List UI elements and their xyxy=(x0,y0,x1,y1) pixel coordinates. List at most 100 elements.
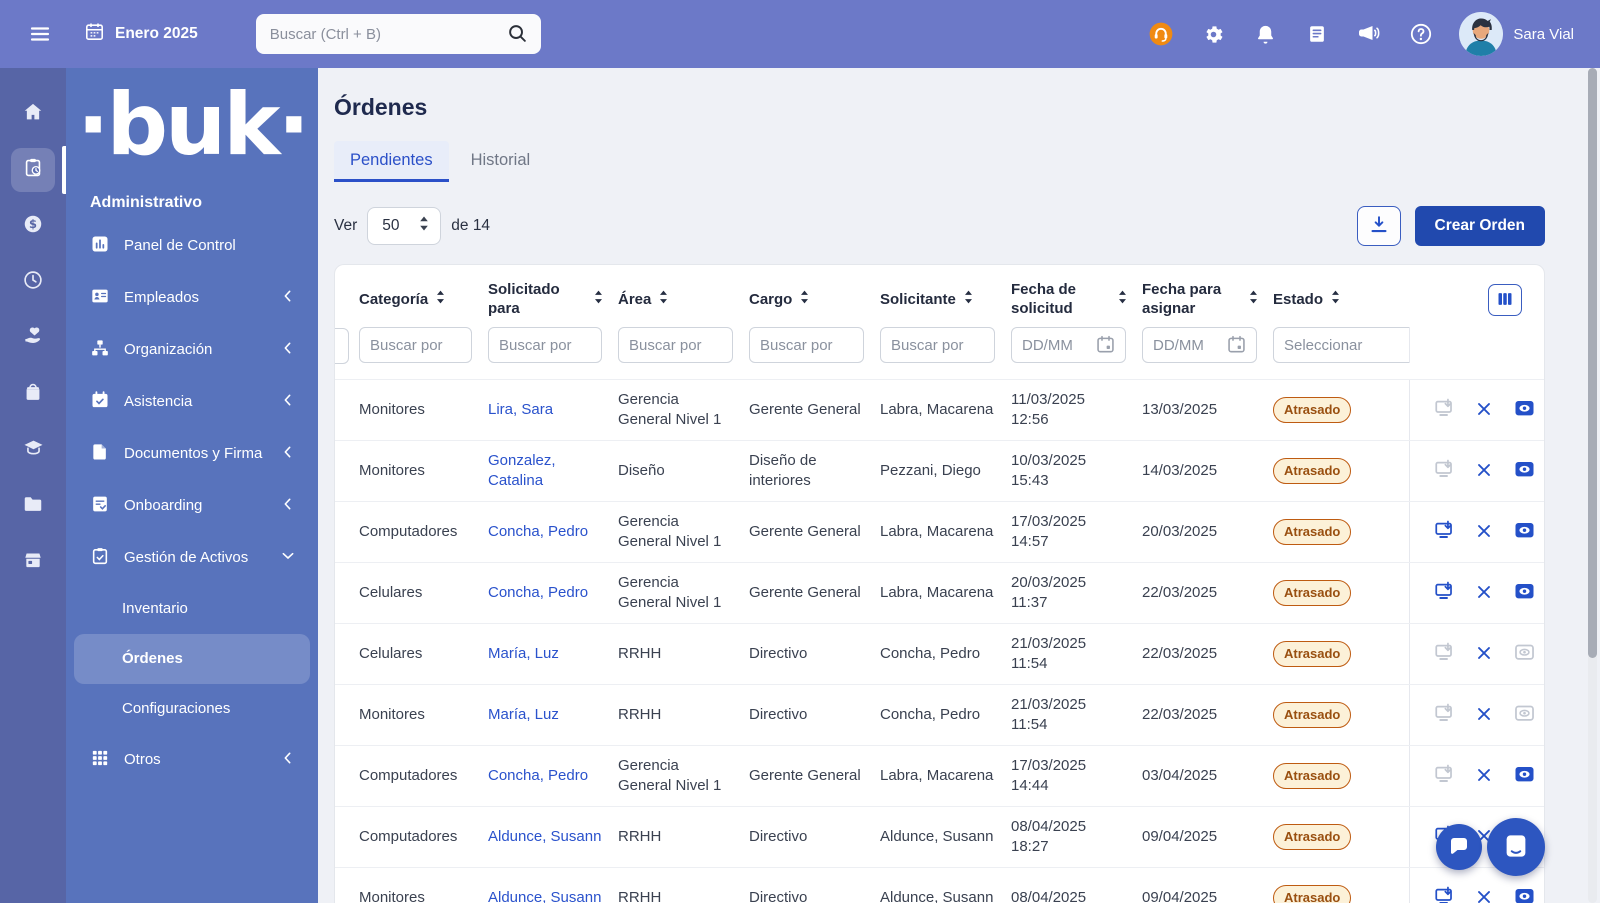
filter-input-area[interactable] xyxy=(618,327,733,363)
view-icon xyxy=(1513,397,1536,423)
cancel-order-button[interactable] xyxy=(1472,886,1496,903)
view-order-button[interactable] xyxy=(1512,886,1536,903)
time-icon xyxy=(22,269,44,296)
topbar-notifications-button[interactable] xyxy=(1251,20,1279,48)
cell-fecha-asignar: 14/03/2025 xyxy=(1142,452,1273,490)
view-order-button[interactable] xyxy=(1512,520,1536,544)
topbar-announcements-button[interactable] xyxy=(1355,20,1383,48)
rail-item-home[interactable] xyxy=(0,86,66,142)
page-size-select[interactable]: 50 xyxy=(367,207,441,245)
cell-area: Gerencia General Nivel 1 xyxy=(618,564,749,623)
view-order-button[interactable] xyxy=(1512,459,1536,483)
sidebar-subitem-inventario[interactable]: Inventario xyxy=(74,584,310,634)
person-link[interactable]: Aldunce, Susann xyxy=(488,889,601,903)
person-link[interactable]: Gonzalez, Catalina xyxy=(488,452,556,489)
sidebar-item-asistencia[interactable]: Asistencia xyxy=(66,376,318,428)
chat-fab[interactable] xyxy=(1436,824,1482,870)
create-order-button[interactable]: Crear Orden xyxy=(1415,206,1545,246)
column-header-fecha-de-solicitud[interactable]: Fecha de solicitud xyxy=(1011,281,1142,319)
assign-asset-icon xyxy=(1433,458,1456,484)
sidebar-item-label: Gestión de Activos xyxy=(124,549,266,566)
topbar-help-button[interactable] xyxy=(1407,20,1435,48)
sidebar-item-empleados[interactable]: Empleados xyxy=(66,272,318,324)
sidebar-item-documentos-y-firma[interactable]: Documentos y Firma xyxy=(66,428,318,480)
column-header-cargo[interactable]: Cargo xyxy=(749,289,880,311)
user-menu[interactable]: Sara Vial xyxy=(1459,12,1574,56)
sidebar-item-otros[interactable]: Otros xyxy=(66,734,318,786)
column-header-area[interactable]: Área xyxy=(618,289,749,311)
filter-select-estado[interactable]: Seleccionar xyxy=(1273,327,1409,363)
person-link[interactable]: Concha, Pedro xyxy=(488,584,588,601)
cell-cargo: Directivo xyxy=(749,696,880,734)
cancel-order-button[interactable] xyxy=(1472,398,1496,422)
help-center-fab[interactable] xyxy=(1487,818,1545,876)
assign-asset-button[interactable] xyxy=(1432,886,1456,903)
topbar-support-button[interactable] xyxy=(1147,20,1175,48)
column-header-solicitado-para[interactable]: Solicitado para xyxy=(488,281,618,319)
cancel-order-button[interactable] xyxy=(1472,642,1496,666)
chevron-left-icon xyxy=(280,750,296,770)
sidebar-item-gestion-de-activos[interactable]: Gestión de Activos xyxy=(66,532,318,584)
rail-item-training[interactable] xyxy=(0,422,66,478)
rail-item-time[interactable] xyxy=(0,254,66,310)
filter-input-categoria[interactable] xyxy=(359,327,472,363)
chat-panel-icon xyxy=(1501,831,1531,864)
cancel-order-button[interactable] xyxy=(1472,520,1496,544)
filter-input-solicitante[interactable] xyxy=(880,327,995,363)
column-header-fecha-para-asignar[interactable]: Fecha para asignar xyxy=(1142,281,1273,319)
filter-date-fecha-para-asignar[interactable] xyxy=(1142,327,1257,363)
rail-item-company[interactable] xyxy=(0,534,66,590)
tab-historial[interactable]: Historial xyxy=(455,141,547,182)
cancel-order-button[interactable] xyxy=(1472,703,1496,727)
module-rail: $ xyxy=(0,68,66,903)
view-order-button[interactable] xyxy=(1512,581,1536,605)
column-header-estado[interactable]: Estado xyxy=(1273,289,1409,311)
clipped-filter-input[interactable] xyxy=(334,328,349,364)
sidebar-item-organizacion[interactable]: Organización xyxy=(66,324,318,376)
cancel-order-button[interactable] xyxy=(1472,459,1496,483)
page-scrollbar-thumb[interactable] xyxy=(1588,68,1597,658)
fecha-solicitud-date: 20/03/2025 xyxy=(1011,573,1126,593)
column-header-categoria[interactable]: Categoría xyxy=(359,289,488,311)
announcements-icon xyxy=(1357,22,1381,46)
period-selector[interactable]: Enero 2025 xyxy=(84,21,198,47)
app-window: Enero 2025 Sara Vial $ ·buk· Administrat… xyxy=(0,0,1600,903)
filter-cell-fecha-para-asignar xyxy=(1142,327,1273,363)
rail-item-payroll[interactable]: $ xyxy=(0,198,66,254)
rail-item-benefits[interactable] xyxy=(0,310,66,366)
view-order-button[interactable] xyxy=(1512,764,1536,788)
person-link[interactable]: Concha, Pedro xyxy=(488,523,588,540)
sidebar-subitem-ordenes[interactable]: Órdenes xyxy=(74,634,310,684)
column-header-solicitante[interactable]: Solicitante xyxy=(880,289,1011,311)
filter-actions-cell xyxy=(1409,327,1544,363)
person-link[interactable]: María, Luz xyxy=(488,706,559,723)
rail-item-files[interactable] xyxy=(0,478,66,534)
topbar-news-button[interactable] xyxy=(1303,20,1331,48)
sidebar-item-onboarding[interactable]: Onboarding xyxy=(66,480,318,532)
hamburger-menu-button[interactable] xyxy=(26,20,54,48)
export-button[interactable] xyxy=(1357,206,1401,246)
assign-asset-button[interactable] xyxy=(1432,520,1456,544)
person-link[interactable]: Concha, Pedro xyxy=(488,767,588,784)
topbar-settings-button[interactable] xyxy=(1199,20,1227,48)
tab-pendientes[interactable]: Pendientes xyxy=(334,141,449,182)
fecha-solicitud-time: 12:56 xyxy=(1011,410,1126,430)
filter-input-solicitado-para[interactable] xyxy=(488,327,602,363)
filter-input-cargo[interactable] xyxy=(749,327,864,363)
column-settings-button[interactable] xyxy=(1488,284,1522,316)
cancel-icon xyxy=(1474,643,1494,666)
assign-asset-button[interactable] xyxy=(1432,581,1456,605)
cancel-order-button[interactable] xyxy=(1472,581,1496,605)
sidebar-item-panel-de-control[interactable]: Panel de Control xyxy=(66,220,318,272)
fecha-solicitud-date: 17/03/2025 xyxy=(1011,756,1126,776)
filter-date-fecha-de-solicitud[interactable] xyxy=(1011,327,1126,363)
rail-item-asset-clipboard[interactable] xyxy=(0,142,66,198)
person-link[interactable]: Lira, Sara xyxy=(488,401,553,418)
rail-item-perks[interactable] xyxy=(0,366,66,422)
person-link[interactable]: Aldunce, Susann xyxy=(488,828,601,845)
sidebar-subitem-configuraciones[interactable]: Configuraciones xyxy=(74,684,310,734)
cancel-order-button[interactable] xyxy=(1472,764,1496,788)
view-order-button[interactable] xyxy=(1512,398,1536,422)
person-link[interactable]: María, Luz xyxy=(488,645,559,662)
search-input[interactable] xyxy=(256,14,541,54)
